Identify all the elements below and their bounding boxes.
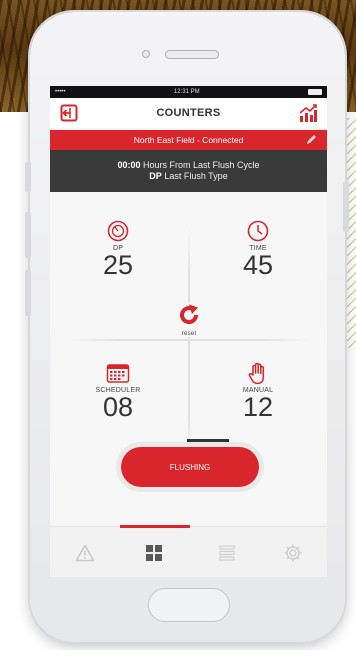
mute-switch — [25, 162, 31, 192]
connection-banner: North East Field - Connected — [50, 130, 327, 150]
carrier-signal: ••••• — [55, 89, 66, 95]
manual-counter: MANUAL 12 — [213, 362, 303, 421]
flush-type-value: DP — [149, 171, 162, 181]
vertical-divider — [188, 226, 190, 466]
status-bar: ••••• 12:31 PM — [50, 86, 327, 98]
pencil-icon[interactable] — [306, 134, 317, 147]
flush-info-panel: 00:00 Hours From Last Flush Cycle DP Las… — [50, 150, 327, 192]
gear-icon[interactable] — [282, 542, 304, 564]
volume-up-button — [25, 212, 31, 258]
horizontal-divider — [68, 339, 309, 341]
dp-counter: DP 25 — [73, 220, 163, 279]
list-icon[interactable] — [216, 542, 238, 564]
page-title: COUNTERS — [156, 107, 221, 119]
time-value: 45 — [242, 250, 274, 280]
home-button[interactable] — [148, 588, 230, 622]
volume-down-button — [25, 270, 31, 316]
counters-panel: DP 25 TIME 45 SCHEDULER 08 MANUAL 12 res… — [50, 192, 327, 522]
grid-icon[interactable] — [143, 542, 165, 564]
gauge-icon — [73, 220, 163, 242]
calendar-icon — [73, 362, 163, 384]
bottom-nav — [50, 525, 327, 577]
reset-button[interactable]: reset — [168, 303, 210, 337]
front-camera — [142, 50, 150, 58]
power-button — [343, 182, 349, 232]
hours-text: Hours From Last Flush Cycle — [143, 160, 260, 170]
logout-icon[interactable] — [60, 104, 78, 127]
earpiece-speaker — [165, 50, 219, 59]
scheduler-value: 08 — [102, 392, 134, 422]
clock-icon — [213, 220, 303, 242]
connection-status: North East Field - Connected — [133, 135, 244, 145]
scheduler-counter: SCHEDULER 08 — [73, 362, 163, 421]
reset-label: reset — [181, 330, 197, 337]
active-tab-indicator — [120, 525, 190, 528]
manual-value: 12 — [242, 392, 274, 422]
phone-screen: ••••• 12:31 PM COUNTERS North East Field… — [50, 86, 327, 577]
app-bar: COUNTERS — [50, 98, 327, 128]
status-time: 12:31 PM — [173, 89, 200, 95]
hours-value: 00:00 — [117, 160, 141, 170]
flush-type-text: Last Flush Type — [164, 171, 228, 181]
last-flush-hours-line: 00:00 Hours From Last Flush Cycle — [50, 160, 327, 171]
chart-icon[interactable] — [298, 103, 318, 128]
flush-tab-marker — [187, 439, 229, 444]
flushing-label: FLUSHING — [169, 462, 211, 472]
dp-value: 25 — [102, 250, 134, 280]
time-counter: TIME 45 — [213, 220, 303, 279]
flushing-button[interactable]: FLUSHING — [121, 447, 259, 487]
battery-icon — [307, 89, 322, 95]
hand-icon — [213, 362, 303, 385]
warning-icon[interactable] — [74, 542, 96, 564]
refresh-icon — [168, 303, 210, 327]
last-flush-type-line: DP Last Flush Type — [50, 171, 327, 182]
